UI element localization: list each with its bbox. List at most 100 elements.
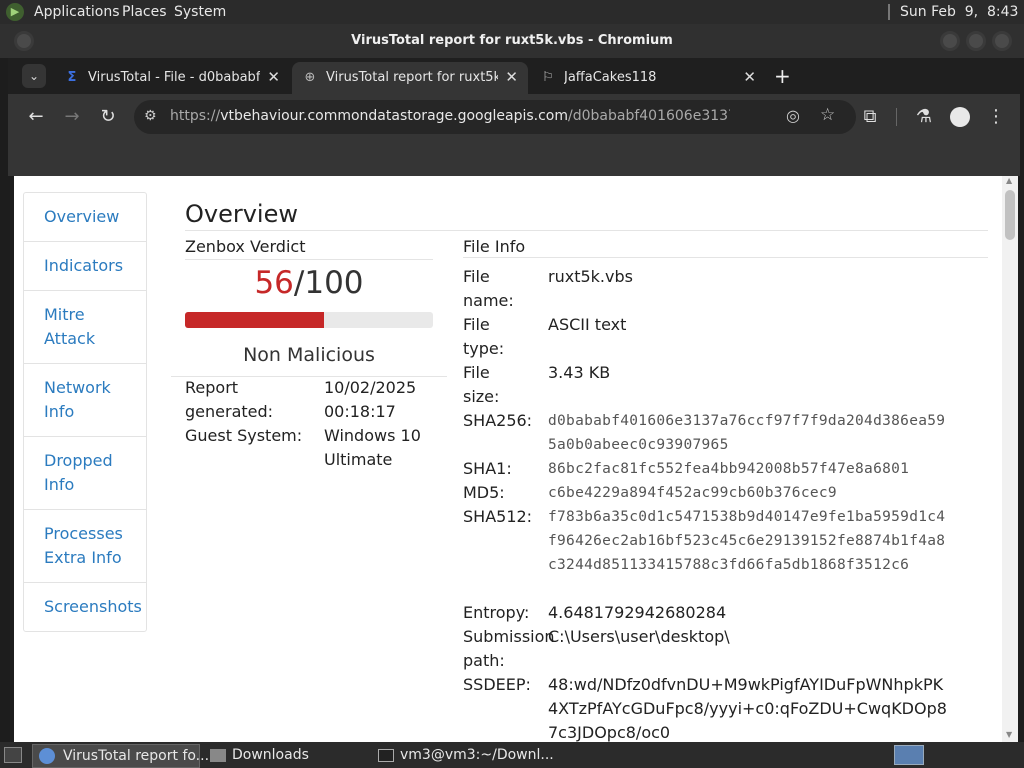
verdict-divider: [185, 259, 433, 260]
sha256-value: d0bababf401606e3137a76ccf97f7f9da204d386…: [548, 413, 946, 453]
taskbar-item-label: vm3@vm3:~/Downl...: [400, 747, 554, 763]
page-scrollbar[interactable]: ▲ ▼: [1002, 176, 1018, 742]
folder-icon: [210, 749, 226, 762]
tab-jaffacakes[interactable]: ⚐ JaffaCakes118 ✕: [530, 62, 766, 94]
sha1-value: 86bc2fac81fc552fea4bb942008b57f47e8a6801: [548, 461, 910, 477]
system-menu[interactable]: System: [174, 4, 226, 20]
url-text[interactable]: https://vtbehaviour.commondatastorage.go…: [170, 108, 730, 124]
score-progress-fill: [185, 312, 324, 328]
labs-flask-icon[interactable]: ⚗: [910, 106, 938, 127]
page-viewport: Overview Indicators Mitre Attack Network…: [14, 176, 1018, 742]
chromium-icon: [39, 748, 55, 764]
sidebar-item-network-info[interactable]: Network Info: [24, 364, 146, 437]
tab-close-icon[interactable]: ✕: [743, 68, 756, 86]
sha256-label: SHA256:: [463, 411, 533, 430]
kebab-menu-icon[interactable]: ⋮: [982, 106, 1010, 127]
sidebar-item-processes-extra-info[interactable]: Processes Extra Info: [24, 510, 146, 583]
minimize-button[interactable]: [940, 31, 960, 51]
toolbar-separator: [896, 108, 897, 126]
page-title: Overview: [185, 200, 298, 228]
submission-path-label: Submission path:: [463, 627, 555, 670]
taskbar-item-label: VirusTotal report fo...: [63, 748, 210, 764]
file-name-label: File name:: [463, 267, 514, 310]
scroll-up-icon[interactable]: ▲: [1006, 176, 1012, 185]
file-name-value: ruxt5k.vbs: [548, 267, 633, 286]
site-info-icon[interactable]: ⚙: [144, 108, 157, 124]
globe-icon: ⊕: [304, 70, 316, 85]
flag-icon: ⚐: [542, 70, 554, 85]
sha1-label: SHA1:: [463, 459, 512, 478]
report-sidebar: Overview Indicators Mitre Attack Network…: [23, 192, 147, 632]
window-title: VirusTotal report for ruxt5k.vbs - Chrom…: [351, 33, 673, 48]
file-size-value: 3.43 KB: [548, 363, 611, 382]
window-titlebar[interactable]: VirusTotal report for ruxt5k.vbs - Chrom…: [0, 24, 1024, 58]
tab-search-chevron-icon[interactable]: ⌄: [22, 64, 46, 88]
browser-toolbar: ← → ↻ ⚙ https://vtbehaviour.commondatast…: [8, 94, 1020, 140]
submission-path-value: C:\Users\user\desktop\: [548, 627, 730, 646]
system-panel: ▶ Applications Places System Sun Feb 9, …: [0, 0, 1024, 24]
terminal-icon: [378, 749, 394, 762]
places-menu[interactable]: Places: [122, 4, 167, 20]
ssdeep-label: SSDEEP:: [463, 675, 531, 694]
applications-menu[interactable]: Applications: [34, 4, 120, 20]
verdict-label: Non Malicious: [243, 344, 375, 366]
taskbar-item-chromium[interactable]: VirusTotal report fo...: [32, 744, 209, 768]
report-generated-value: 10/02/2025 00:18:17: [324, 378, 417, 421]
bookmark-star-icon[interactable]: ☆: [820, 105, 835, 125]
tab-title: VirusTotal report for ruxt5k.v: [326, 70, 498, 85]
md5-label: MD5:: [463, 483, 505, 502]
ssdeep-value: 48:wd/NDfz0dfvnDU+M9wkPigfAYIDuFpWNhpkPK…: [548, 675, 947, 742]
scroll-down-icon[interactable]: ▼: [1006, 730, 1012, 739]
maximize-button[interactable]: [966, 31, 986, 51]
guest-system-value: Windows 10 Ultimate: [324, 426, 421, 469]
sha512-value: f783b6a35c0d1c5471538b9d40147e9fe1ba5959…: [548, 509, 946, 573]
tab-virustotal-report[interactable]: ⊕ VirusTotal report for ruxt5k.v ✕: [292, 62, 528, 94]
tracking-protection-eye-icon[interactable]: ◎: [786, 106, 800, 125]
entropy-value: 4.6481792942680284: [548, 603, 727, 622]
panel-separator: [888, 4, 890, 20]
sha512-label: SHA512:: [463, 507, 533, 526]
score-progress-bar: [185, 312, 433, 328]
file-info-heading: File Info: [463, 237, 526, 256]
tab-close-icon[interactable]: ✕: [267, 68, 280, 86]
sidebar-item-mitre-attack[interactable]: Mitre Attack: [24, 291, 146, 364]
forward-arrow-icon[interactable]: →: [58, 106, 86, 127]
sidebar-item-screenshots[interactable]: Screenshots: [24, 583, 146, 632]
extensions-puzzle-icon[interactable]: ⧉: [856, 106, 884, 127]
clock[interactable]: Sun Feb 9, 8:43 PM: [900, 4, 1024, 20]
virustotal-sigma-icon: Σ: [67, 70, 77, 85]
tab-title: VirusTotal - File - d0bababf4: [88, 70, 260, 85]
address-bar[interactable]: ⚙ https://vtbehaviour.commondatastorage.…: [134, 100, 856, 134]
taskbar: VirusTotal report fo... Downloads vm3@vm…: [0, 742, 1024, 768]
guest-system-label: Guest System:: [185, 426, 303, 445]
workspace-switcher[interactable]: [894, 745, 924, 765]
bookmarks-area: [8, 140, 1020, 176]
file-type-value: ASCII text: [548, 315, 627, 334]
taskbar-item-downloads[interactable]: Downloads: [204, 744, 368, 768]
tab-strip: ⌄ Σ VirusTotal - File - d0bababf4 ✕ ⊕ Vi…: [8, 58, 1020, 94]
taskbar-item-label: Downloads: [232, 747, 309, 763]
tab-title: JaffaCakes118: [564, 70, 657, 85]
back-arrow-icon[interactable]: ←: [22, 106, 50, 127]
distro-logo-icon[interactable]: ▶: [6, 3, 24, 21]
verdict-score: 56/100: [254, 265, 364, 301]
new-tab-button[interactable]: +: [774, 64, 791, 88]
tab-virustotal-file[interactable]: Σ VirusTotal - File - d0bababf4 ✕: [54, 62, 290, 94]
sidebar-item-indicators[interactable]: Indicators: [24, 242, 146, 291]
tab-close-icon[interactable]: ✕: [505, 68, 518, 86]
show-desktop-icon[interactable]: [4, 747, 22, 763]
report-generated-label: Report generated:: [185, 378, 274, 421]
verdict-heading: Zenbox Verdict: [185, 237, 306, 256]
file-size-label: File size:: [463, 363, 500, 406]
scrollbar-thumb[interactable]: [1005, 190, 1015, 240]
reload-icon[interactable]: ↻: [94, 106, 122, 127]
close-window-button[interactable]: [992, 31, 1012, 51]
file-type-label: File type:: [463, 315, 505, 358]
profile-avatar-icon[interactable]: [950, 107, 970, 127]
md5-value: c6be4229a894f452ac99cb60b376cec9: [548, 485, 837, 501]
sidebar-item-dropped-info[interactable]: Dropped Info: [24, 437, 146, 510]
title-divider: [185, 230, 988, 231]
file-info-divider: [463, 257, 988, 258]
taskbar-item-terminal[interactable]: vm3@vm3:~/Downl...: [372, 744, 554, 768]
sidebar-item-overview[interactable]: Overview: [24, 193, 146, 242]
